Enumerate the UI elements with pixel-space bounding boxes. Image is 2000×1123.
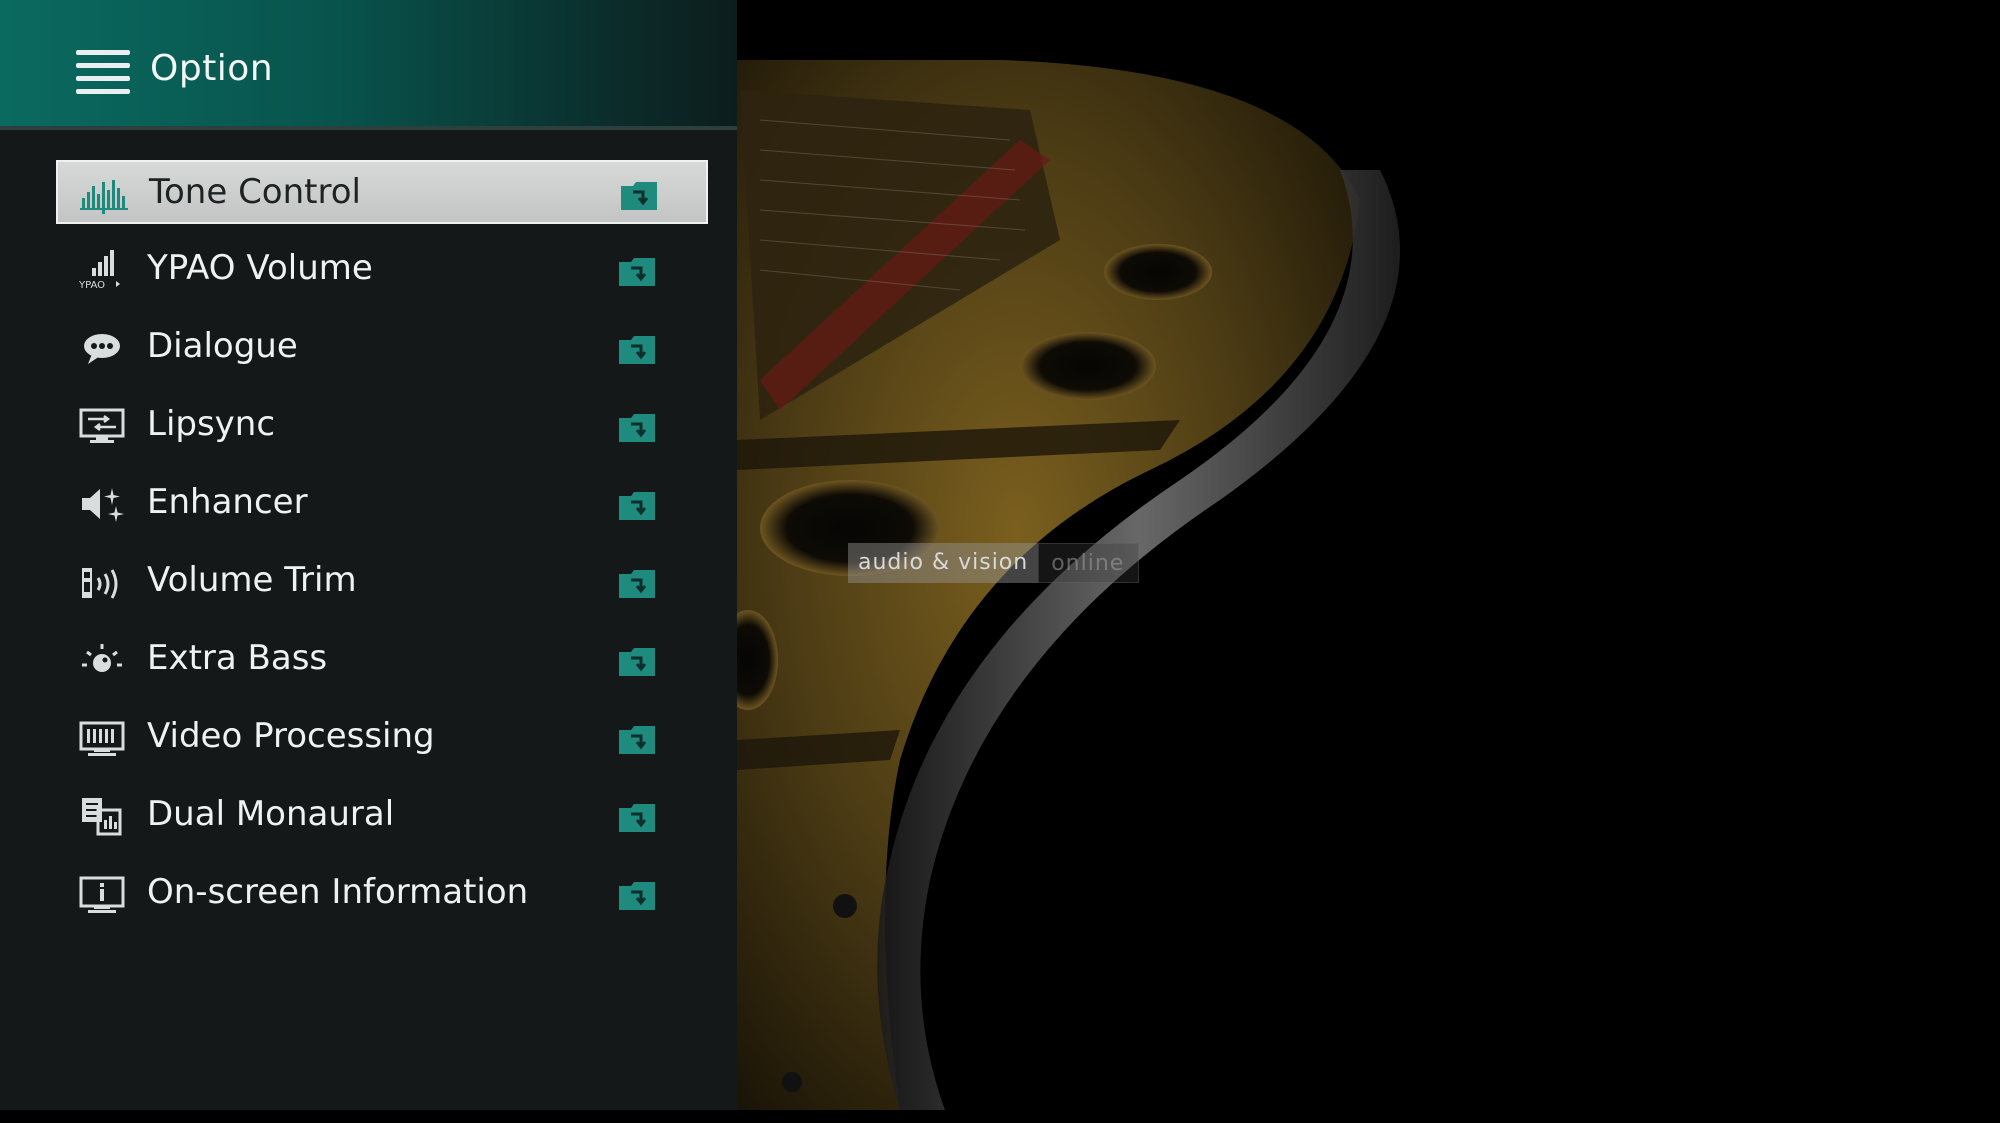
menu-item-label: Enhancer	[147, 482, 308, 522]
enter-submenu-icon	[621, 182, 657, 210]
menu-item-dialogue[interactable]: Dialogue	[56, 316, 708, 380]
page-title: Option	[150, 48, 274, 89]
menu-item-label: Dual Monaural	[147, 794, 395, 834]
menu-item-dual-monaural[interactable]: Dual Monaural	[56, 784, 708, 848]
menu-item-label: Volume Trim	[147, 560, 357, 600]
menu-item-label: YPAO Volume	[147, 248, 373, 288]
menu-item-tone-control[interactable]: Tone Control	[56, 160, 708, 224]
menu-item-label: Video Processing	[147, 716, 435, 756]
menu-item-enhancer[interactable]: Enhancer	[56, 472, 708, 536]
equalizer-icon	[80, 180, 128, 214]
watermark-text-secondary: online	[1038, 543, 1140, 583]
menu-item-lipsync[interactable]: Lipsync	[56, 394, 708, 458]
menu-item-label: Extra Bass	[147, 638, 328, 678]
enter-submenu-icon	[619, 492, 655, 520]
option-menu-panel: Option Tone Control YPAO YPAO Volume Dia…	[0, 0, 737, 1110]
hamburger-menu-icon	[76, 50, 130, 96]
menu-item-volume-trim[interactable]: Volume Trim	[56, 550, 708, 614]
volume-waves-icon	[82, 568, 118, 599]
menu-item-on-screen-information[interactable]: On-screen Information	[56, 862, 708, 926]
menu-item-label: On-screen Information	[147, 872, 529, 912]
menu-item-label: Tone Control	[149, 172, 361, 212]
enter-submenu-icon	[619, 414, 655, 442]
dual-monaural-icon	[82, 798, 122, 836]
bass-burst-icon	[82, 644, 122, 672]
info-monitor-icon	[79, 876, 125, 913]
enter-submenu-icon	[619, 570, 655, 598]
video-processing-icon	[79, 721, 125, 756]
enter-submenu-icon	[619, 804, 655, 832]
menu-item-ypao-volume[interactable]: YPAO YPAO Volume	[56, 238, 708, 302]
ypao-volume-icon: YPAO	[78, 250, 120, 290]
enter-submenu-icon	[619, 258, 655, 286]
watermark-text: audio & vision	[848, 543, 1039, 583]
menu-header: Option	[0, 0, 737, 130]
enter-submenu-icon	[619, 726, 655, 754]
menu-item-extra-bass[interactable]: Extra Bass	[56, 628, 708, 692]
menu-item-video-processing[interactable]: Video Processing	[56, 706, 708, 770]
watermark: audio & vision online	[848, 543, 1140, 583]
enter-submenu-icon	[619, 882, 655, 910]
menu-item-label: Dialogue	[147, 326, 298, 366]
menu-item-label: Lipsync	[147, 404, 276, 444]
speaker-sparkle-icon	[82, 488, 124, 522]
svg-text:YPAO: YPAO	[78, 280, 105, 290]
enter-submenu-icon	[619, 336, 655, 364]
speech-bubble-icon	[84, 334, 120, 364]
enter-submenu-icon	[619, 648, 655, 676]
lipsync-monitor-icon	[79, 408, 125, 443]
